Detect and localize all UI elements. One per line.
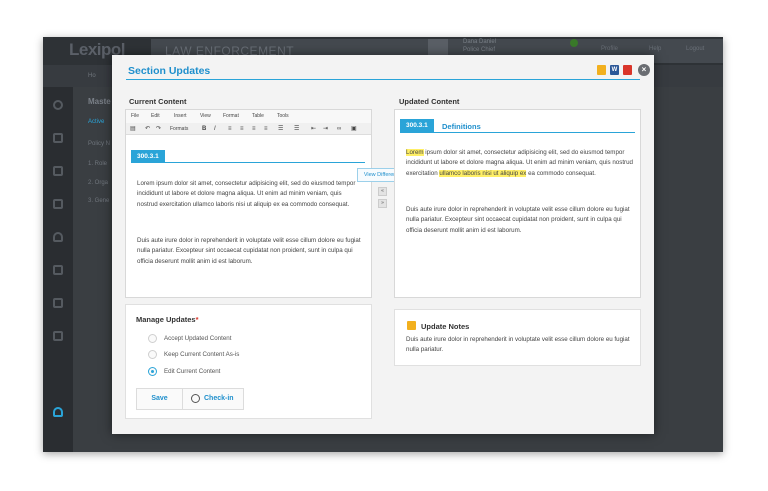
list-item[interactable]: 3. Gene: [88, 198, 109, 204]
current-content-label: Current Content: [129, 97, 187, 106]
close-icon[interactable]: ×: [638, 64, 650, 76]
word-icon[interactable]: W: [610, 65, 619, 75]
manage-updates-text: Manage Updates: [136, 315, 196, 324]
book-icon[interactable]: [53, 133, 63, 143]
user-role: Police Chief: [463, 47, 496, 53]
current-paragraph-2[interactable]: Duis aute irure dolor in reprehenderit i…: [137, 236, 362, 267]
list-item[interactable]: 2. Orga: [88, 180, 108, 186]
highlighted-change: Lorem: [406, 149, 424, 156]
bullet-list-icon[interactable]: ☰: [278, 125, 283, 133]
outdent-icon[interactable]: ⇤: [311, 125, 316, 133]
list-item[interactable]: 1. Role: [88, 161, 107, 167]
page-heading: Maste: [88, 97, 111, 106]
updated-paragraph-1: Lorem ipsum dolor sit amet, consectetur …: [406, 148, 634, 179]
align-center-icon[interactable]: ≡: [240, 125, 244, 133]
menu-format[interactable]: Format: [223, 113, 239, 119]
accept-updated-radio[interactable]: [148, 334, 157, 343]
highlighted-change: ullamco laboris nisi ut aliquip ex: [439, 169, 527, 177]
link-icon[interactable]: ∞: [337, 125, 341, 133]
user-name: Dana Daniel: [463, 39, 497, 45]
menu-view[interactable]: View: [200, 113, 211, 119]
keep-current-label[interactable]: Keep Current Content As-is: [164, 351, 239, 358]
sidebar: [43, 87, 73, 452]
align-left-icon[interactable]: ≡: [228, 125, 232, 133]
edit-current-radio[interactable]: [148, 367, 157, 376]
accept-updated-label[interactable]: Accept Updated Content: [164, 335, 231, 342]
menu-edit[interactable]: Edit: [151, 113, 160, 119]
breadcrumb[interactable]: Ho: [88, 73, 96, 79]
align-right-icon[interactable]: ≡: [252, 125, 256, 133]
paste-icon[interactable]: ▤: [130, 125, 136, 133]
chart-icon[interactable]: [53, 199, 63, 209]
numbered-list-icon[interactable]: ☰: [294, 125, 299, 133]
updated-section-number: 300.3.1: [400, 119, 434, 132]
save-button[interactable]: Save: [137, 389, 183, 409]
notes-icon: [407, 321, 416, 330]
check-in-button[interactable]: Check-in: [183, 389, 243, 409]
previous-difference-button[interactable]: «: [378, 187, 387, 196]
bell-icon[interactable]: [53, 407, 63, 417]
logout-link[interactable]: Logout: [686, 46, 704, 52]
user-icon[interactable]: [53, 232, 63, 242]
help-link[interactable]: Help: [649, 46, 661, 52]
modal-header: Section Updates W ×: [126, 63, 650, 80]
manage-updates-label: Manage Updates*: [136, 315, 199, 324]
check-in-label: Check-in: [204, 395, 234, 402]
user-info: Dana Daniel Police Chief: [463, 38, 496, 54]
updated-content-label: Updated Content: [399, 97, 460, 106]
formats-dropdown[interactable]: Formats: [170, 125, 188, 133]
menu-tools[interactable]: Tools: [277, 113, 289, 119]
note-icon[interactable]: [597, 65, 606, 75]
current-section-divider: [131, 162, 365, 163]
align-justify-icon[interactable]: ≡: [264, 125, 268, 133]
undo-icon[interactable]: ↶: [145, 125, 150, 133]
edit-current-label[interactable]: Edit Current Content: [164, 368, 220, 375]
pdf-icon[interactable]: [623, 65, 632, 75]
document-icon[interactable]: [53, 166, 63, 176]
image-icon[interactable]: ▣: [351, 125, 357, 133]
keep-current-radio[interactable]: [148, 350, 157, 359]
menu-table[interactable]: Table: [252, 113, 264, 119]
link-icon[interactable]: [53, 331, 63, 341]
update-notes-title: Update Notes: [421, 322, 470, 331]
required-mark: *: [195, 315, 199, 324]
tab-active[interactable]: Active: [88, 119, 104, 125]
italic-button[interactable]: I: [214, 125, 216, 133]
check-in-icon: [191, 394, 200, 403]
update-notes-text: Duis aute irure dolor in reprehenderit i…: [406, 336, 630, 354]
modal-title: Section Updates: [128, 65, 211, 77]
updated-content-panel: [394, 109, 641, 298]
updated-section-divider: [400, 132, 635, 133]
indent-icon[interactable]: ⇥: [323, 125, 328, 133]
updated-text: ea commodo consequat.: [526, 169, 596, 177]
updated-section-title: Definitions: [442, 122, 481, 131]
chat-icon[interactable]: [53, 265, 63, 275]
bold-button[interactable]: B: [202, 125, 206, 133]
updated-paragraph-2: Duis aute irure dolor in reprehenderit i…: [406, 206, 630, 234]
editor-toolbar: ▤ ↶ ↷ Formats B I ≡ ≡ ≡ ≡ ☰ ☰ ⇤ ⇥ ∞ ▣: [126, 123, 371, 135]
clock-icon[interactable]: [53, 100, 63, 110]
menu-insert[interactable]: Insert: [174, 113, 187, 119]
notification-badge[interactable]: [570, 39, 578, 47]
briefcase-icon[interactable]: [53, 298, 63, 308]
action-buttons: Save Check-in: [136, 388, 244, 410]
next-difference-button[interactable]: »: [378, 199, 387, 208]
editor-menu-bar: File Edit Insert View Format Table Tools: [126, 110, 371, 123]
policy-label: Policy N: [88, 141, 111, 147]
current-paragraph-1[interactable]: Lorem ipsum dolor sit amet, consectetur …: [137, 179, 362, 210]
menu-file[interactable]: File: [131, 113, 139, 119]
redo-icon[interactable]: ↷: [156, 125, 161, 133]
profile-link[interactable]: Profile: [601, 46, 618, 52]
